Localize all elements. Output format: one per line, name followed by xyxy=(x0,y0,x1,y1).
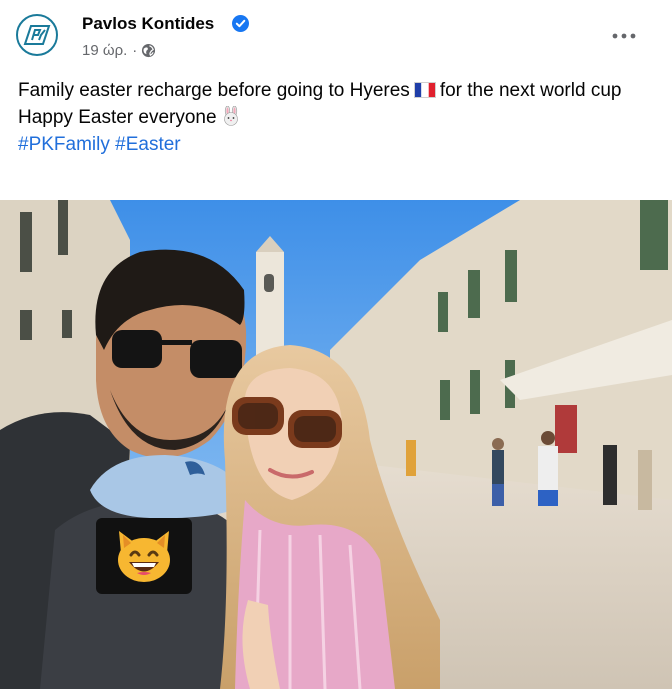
author-name[interactable]: Pavlos Kontides xyxy=(82,14,214,34)
cat-sticker xyxy=(96,518,192,594)
post-meta: 19 ώρ. · xyxy=(82,42,156,59)
post-timestamp[interactable]: 19 ώρ. xyxy=(82,42,127,59)
more-options-button[interactable] xyxy=(604,22,644,50)
post-header: Pavlos Kontides 19 ώρ. · xyxy=(0,0,672,72)
hashtag-easter[interactable]: #Easter xyxy=(115,134,180,155)
post-message: Family easter recharge before going to H… xyxy=(18,77,658,158)
post-hashtags: #PKFamily #Easter xyxy=(18,131,658,158)
meta-separator: · xyxy=(132,42,138,59)
pk-logo-icon xyxy=(23,25,51,45)
post-text-easter: Happy Easter everyone xyxy=(18,107,217,128)
post-photo[interactable] xyxy=(0,200,672,689)
globe-icon[interactable] xyxy=(141,43,156,58)
post-text-line-2: Happy Easter everyone xyxy=(18,104,658,131)
hashtag-pkfamily[interactable]: #PKFamily xyxy=(18,134,110,155)
grinning-cat-icon xyxy=(118,531,170,582)
rabbit-face-icon xyxy=(223,106,238,126)
more-dots-icon xyxy=(612,33,636,39)
author-avatar[interactable] xyxy=(16,14,58,56)
verified-badge-icon xyxy=(232,15,249,32)
post-text-part-2: for the next world cup xyxy=(439,80,622,101)
france-flag-icon xyxy=(413,82,436,98)
post-text-line-1: Family easter recharge before going to H… xyxy=(18,77,658,104)
selfie-photo-illustration xyxy=(0,200,672,689)
post-text-part-1: Family easter recharge before going to H… xyxy=(18,80,410,101)
